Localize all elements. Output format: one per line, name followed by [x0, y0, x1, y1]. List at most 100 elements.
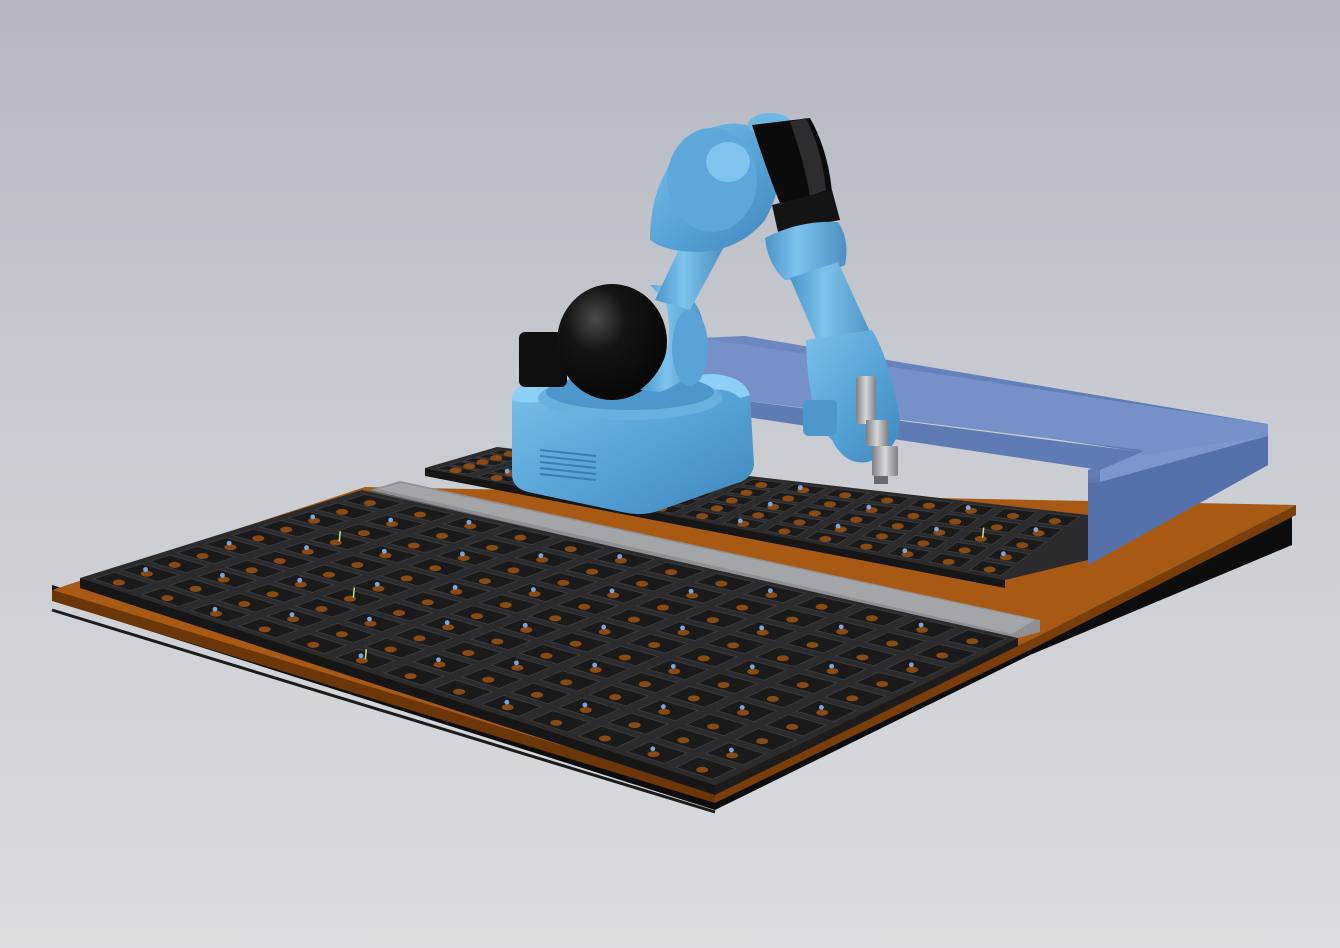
back-tray-seedling: [767, 501, 773, 507]
front-tray-seedling: [367, 616, 372, 622]
front-tray-soil: [351, 562, 364, 569]
back-tray-soil: [755, 481, 768, 488]
front-tray-soil: [696, 766, 709, 773]
front-tray-soil: [413, 635, 426, 642]
front-tray-soil: [112, 579, 125, 586]
front-tray-soil: [826, 668, 839, 675]
back-tray-soil: [876, 533, 889, 540]
back-tray-seedling: [504, 468, 510, 474]
front-tray-soil: [450, 588, 463, 595]
front-tray-soil: [966, 638, 979, 645]
front-tray-soil: [486, 544, 499, 551]
front-tray-soil: [906, 666, 919, 673]
back-tray-soil: [839, 492, 852, 499]
front-tray-sprout: [352, 587, 356, 598]
front-tray-soil: [796, 681, 809, 688]
front-tray-soil: [429, 565, 442, 572]
front-tray-soil: [560, 679, 573, 686]
front-tray-seedling: [918, 622, 924, 628]
front-tray-seedling: [304, 545, 309, 551]
front-tray-soil: [707, 723, 720, 730]
front-tray-soil: [636, 580, 649, 587]
front-tray-soil: [280, 526, 293, 533]
back-tray-soil: [449, 467, 462, 474]
front-tray-soil: [364, 620, 377, 627]
front-tray-seedling: [358, 653, 364, 659]
front-tray-seedling: [289, 612, 295, 618]
front-tray-soil: [414, 511, 427, 518]
front-tray-seedling: [749, 664, 755, 670]
front-tray-soil: [648, 642, 661, 649]
front-tray-seedling: [661, 704, 666, 710]
front-tray-seedling: [729, 747, 734, 753]
front-tray-soil: [916, 626, 929, 633]
front-tray-soil: [287, 616, 300, 623]
front-tray-seedling: [466, 519, 472, 525]
front-tray-soil: [686, 592, 699, 599]
front-tray-soil: [598, 628, 611, 635]
front-tray-soil: [727, 642, 740, 649]
back-tray-soil: [923, 502, 936, 509]
front-tray-soil: [658, 708, 671, 715]
front-tray-soil: [677, 629, 690, 636]
back-tray-soil: [881, 497, 894, 504]
front-tray-soil: [856, 654, 869, 661]
front-tray-soil: [189, 585, 202, 592]
front-tray-soil: [501, 704, 514, 711]
front-tray-seedling: [374, 581, 380, 587]
front-tray-soil: [511, 664, 524, 671]
cad-3d-viewport[interactable]: [0, 0, 1340, 948]
front-tray-soil: [846, 695, 859, 702]
front-tray-seedling: [818, 705, 824, 710]
back-tray-soil: [891, 523, 904, 530]
front-tray-soil: [736, 604, 749, 611]
front-tray-soil: [478, 578, 491, 585]
front-tray-soil: [717, 682, 730, 689]
front-tray-seedling: [739, 705, 745, 710]
front-tray-soil: [756, 629, 769, 636]
back-tray-soil: [808, 510, 821, 517]
front-tray-soil: [335, 631, 348, 638]
front-tray-soil: [273, 558, 286, 565]
front-tray-soil: [421, 599, 434, 606]
front-tray-soil: [363, 500, 376, 507]
front-tray-soil: [384, 646, 397, 653]
back-tray-soil: [1048, 518, 1061, 525]
front-tray-soil: [407, 542, 420, 549]
front-tray-soil: [245, 567, 258, 574]
front-tray-seedling: [452, 584, 458, 590]
front-tray-soil: [886, 640, 899, 647]
front-tray-soil: [462, 650, 475, 657]
front-tray-soil: [786, 723, 799, 730]
front-tray-soil: [766, 695, 779, 702]
back-tray-seedling: [1000, 551, 1006, 557]
front-tray-soil: [706, 617, 719, 624]
front-tray-soil: [404, 673, 417, 680]
front-tray-seedling: [759, 625, 765, 631]
front-tray-soil: [697, 655, 710, 662]
front-tray-soil: [668, 668, 681, 675]
front-tray-soil: [210, 610, 223, 617]
robot-workcell-render[interactable]: [0, 0, 1340, 948]
front-tray-soil: [335, 508, 348, 515]
front-tray-soil: [196, 553, 209, 560]
front-tray-soil: [238, 600, 251, 607]
front-tray-soil: [589, 666, 602, 673]
back-tray-soil: [917, 540, 930, 547]
back-tray-soil: [990, 524, 1003, 531]
front-tray-seedling: [538, 553, 544, 559]
front-tray-soil: [737, 709, 750, 716]
back-tray-soil: [725, 497, 738, 504]
front-tray-soil: [217, 576, 230, 583]
front-tray-soil: [586, 568, 599, 575]
front-tray-soil: [482, 676, 495, 683]
front-tray-seedling: [436, 657, 441, 663]
front-tray-seedling: [767, 588, 773, 594]
front-tray-soil: [491, 638, 504, 645]
front-tray-soil: [715, 580, 728, 587]
front-tray-soil: [168, 561, 181, 568]
front-tray-seedling: [617, 554, 623, 559]
front-tray-seedling: [310, 514, 316, 520]
front-tray-seedling: [592, 662, 598, 668]
front-tray-soil: [453, 688, 466, 695]
